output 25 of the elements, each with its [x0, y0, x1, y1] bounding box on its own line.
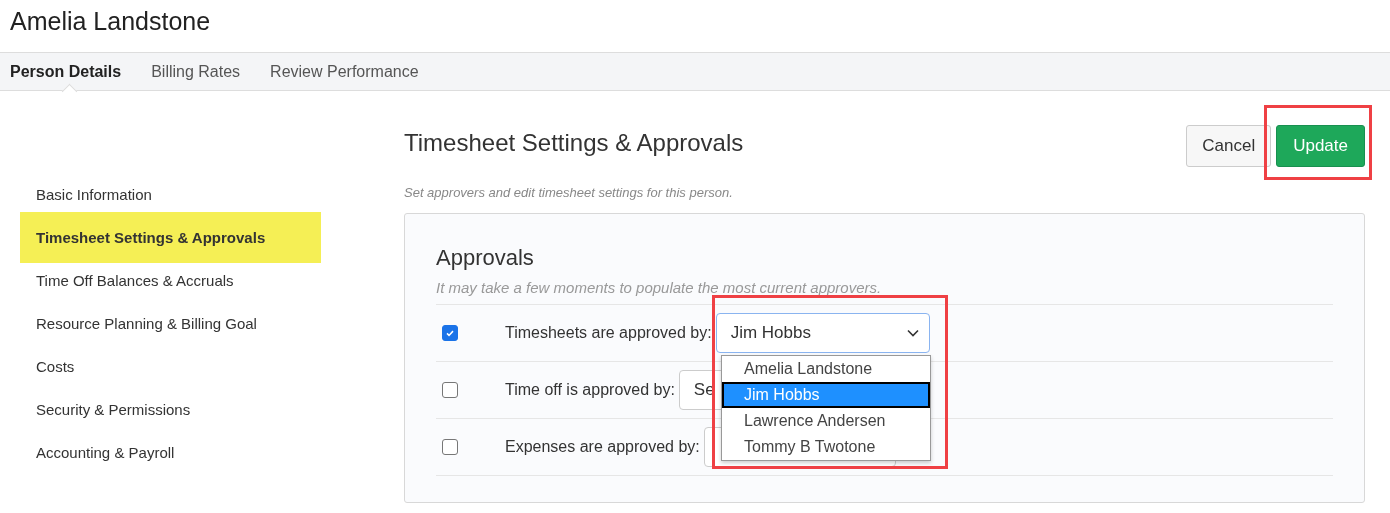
hint-text: It may take a few moments to populate the most current approvers.: [436, 279, 1333, 305]
chevron-down-icon: [906, 329, 919, 337]
checkbox[interactable]: [442, 439, 458, 455]
checkbox[interactable]: [442, 325, 458, 341]
dropdown-option[interactable]: Amelia Landstone: [722, 356, 930, 382]
tab[interactable]: Review Performance: [270, 53, 419, 90]
field-label: Timesheets are approved by:: [505, 324, 712, 342]
sidebar-item[interactable]: Costs: [20, 345, 321, 388]
sidebar-item[interactable]: Resource Planning & Billing Goal: [20, 302, 321, 345]
checkbox[interactable]: [442, 382, 458, 398]
sidebar-item[interactable]: Accounting & Payroll: [20, 431, 321, 474]
action-button[interactable]: Cancel: [1186, 125, 1272, 167]
field-label: Expenses are approved by:: [505, 438, 700, 456]
section-title: Timesheet Settings & Approvals: [404, 129, 744, 157]
card-title: Approvals: [436, 245, 535, 271]
sidebar-item[interactable]: Timesheet Settings & Approvals: [20, 212, 321, 263]
tab[interactable]: Billing Rates: [151, 53, 241, 90]
field-label: Time off is approved by:: [505, 381, 675, 399]
page-title: Amelia Landstone: [9, 6, 212, 37]
tab[interactable]: Person Details: [10, 53, 122, 90]
select-field[interactable]: Jim Hobbs: [715, 313, 930, 353]
sidebar-item[interactable]: Security & Permissions: [20, 388, 321, 431]
dropdown-option[interactable]: Lawrence Andersen: [722, 408, 930, 434]
section-subtitle: Set approvers and edit timesheet settings for this person.: [404, 185, 734, 200]
dropdown-option[interactable]: Tommy B Twotone: [722, 434, 930, 460]
